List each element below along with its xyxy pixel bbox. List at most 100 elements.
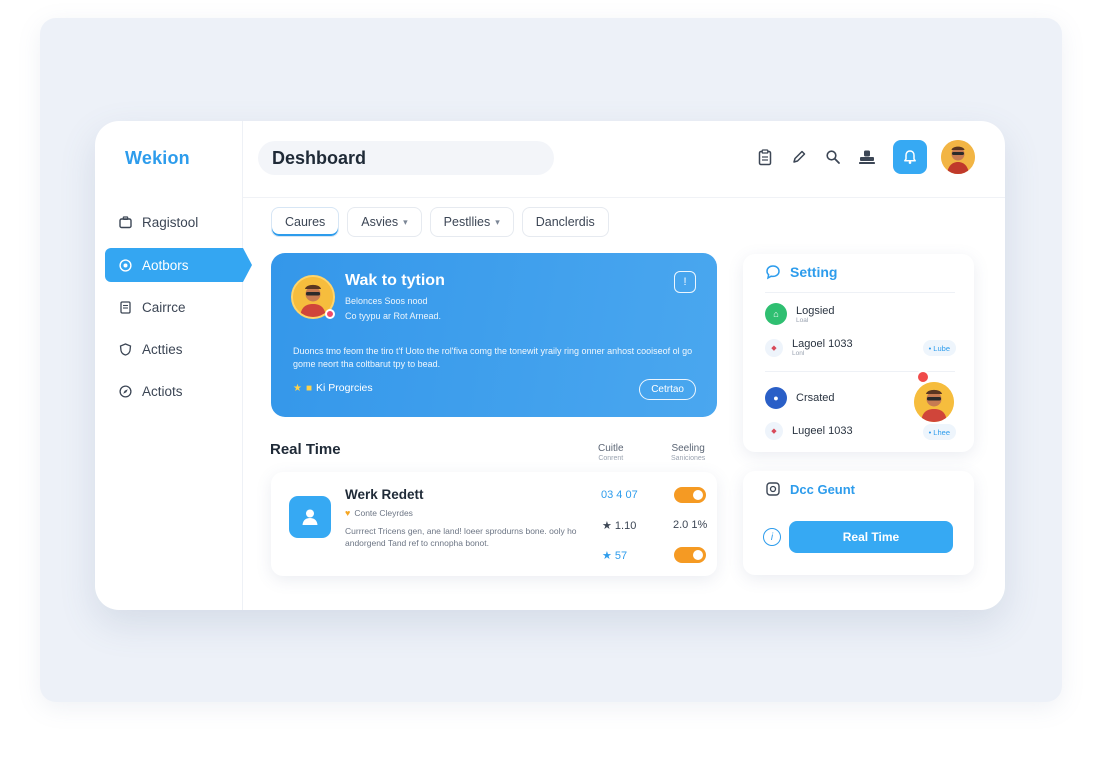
header-actions — [755, 140, 975, 174]
page-title: Deshboard — [272, 147, 367, 168]
sidebar-item-label: Actiots — [142, 383, 183, 399]
item-percent: 2.0 1% — [673, 519, 708, 531]
hero-subtitle-secondary: Co tyypu ar Rot Arnead. — [345, 311, 442, 321]
column-header-seeling: Seeling Saniciones — [671, 443, 705, 462]
hero-action-button[interactable]: Cetrtao — [639, 379, 696, 400]
item-tag-text: Conte Cleyrdes — [354, 508, 413, 518]
row-label: Logsied — [796, 304, 835, 317]
leaf-icon: ⌂ — [765, 303, 787, 325]
target-icon — [118, 258, 132, 272]
tab-label: Pestllies — [443, 215, 491, 229]
status-badge[interactable]: • Lube — [922, 340, 956, 356]
column-title: Cuitle — [598, 443, 624, 454]
stamp-icon[interactable] — [857, 147, 877, 167]
doc-icon — [766, 482, 780, 496]
chat-icon — [766, 265, 780, 280]
settings-header: Setting — [765, 264, 837, 280]
item-rating: ★ 1.10 — [602, 520, 637, 532]
sidebar-item-label: Aotbors — [142, 257, 189, 273]
sidebar-item-actties[interactable]: Actties — [105, 332, 243, 366]
item-tag: ♥ Conte Cleyrdes — [345, 508, 413, 518]
doc-title: Dcc Geunt — [790, 481, 856, 497]
tab-pestllies[interactable]: Pestllies ▾ — [429, 207, 514, 237]
chevron-down-icon: ▾ — [403, 216, 408, 227]
compass-icon — [118, 384, 132, 398]
column-header-cuitle: Cuitle Conrent — [598, 443, 624, 462]
user-icon — [289, 496, 331, 538]
settings-row-lagoel[interactable]: ◆ Lagoel 1033 Lonl — [765, 338, 853, 357]
settings-row-logsied[interactable]: ⌂ Logsied Loal — [765, 303, 835, 325]
row-label: Crsated — [796, 392, 835, 404]
briefcase-icon — [118, 215, 132, 229]
status-badge[interactable]: • Lhee — [922, 424, 956, 440]
bell-icon — [904, 150, 916, 164]
sidebar: Wekion Ragistool Aotbors Cairrce Actties — [95, 121, 252, 610]
star-icon: ■ — [305, 382, 313, 394]
item-description: Currrect Tricens gen, ane land! loeer sp… — [345, 526, 577, 548]
tab-danclerdis[interactable]: Danclerdis — [521, 207, 609, 237]
item-name: Werk Redett — [345, 487, 424, 502]
heart-icon: ♥ — [345, 508, 351, 518]
sidebar-item-ragistool[interactable]: Ragistool — [105, 205, 243, 239]
settings-row-crsated[interactable]: ● Crsated — [765, 387, 835, 409]
search-input[interactable]: Deshboard — [258, 141, 554, 175]
column-subtitle: Conrent — [598, 455, 624, 462]
settings-panel: Setting ⌂ Logsied Loal ◆ Lagoel 1033 Lonl … — [743, 254, 974, 452]
settings-row-lugeel[interactable]: ◆ Lugeel 1033 — [765, 422, 853, 440]
item-value-code: 03 4 07 — [601, 489, 638, 501]
progress-label: ★ ■ Ki Progrcies — [293, 382, 373, 394]
tag-icon: ◆ — [765, 422, 783, 440]
tag-icon: ◆ — [765, 338, 783, 357]
item-stars: ★ 57 — [602, 550, 628, 562]
sidebar-item-label: Ragistool — [142, 214, 199, 230]
tab-label: Caures — [285, 215, 326, 229]
row-sub: Lonl — [792, 350, 805, 357]
hero-subtitle: Belonces Soos nood — [345, 296, 428, 306]
row-label: Lagoel 1033 — [792, 338, 853, 350]
info-icon[interactable]: ! — [674, 271, 696, 293]
section-title: Real Time — [270, 441, 341, 458]
search-icon[interactable] — [823, 147, 843, 167]
header-divider — [243, 197, 1005, 198]
chevron-down-icon: ▾ — [495, 216, 500, 227]
sidebar-item-aotbors[interactable]: Aotbors — [105, 248, 252, 282]
hero-description: Duoncs tmo feom the tiro t'f Uoto the ro… — [293, 346, 693, 369]
column-subtitle: Saniciones — [671, 455, 706, 462]
toggle-switch[interactable] — [674, 487, 706, 503]
sidebar-item-label: Actties — [142, 341, 183, 357]
divider — [765, 292, 955, 293]
sidebar-item-actiots[interactable]: Actiots — [105, 374, 243, 408]
doc-header: Dcc Geunt — [765, 481, 855, 497]
user-avatar[interactable] — [941, 140, 975, 174]
row-sub: Loal — [796, 316, 809, 324]
document-icon — [118, 300, 132, 314]
doc-panel: Dcc Geunt i Real Time — [743, 471, 974, 575]
column-title: Seeling — [671, 443, 705, 454]
progress-text: Ki Progrcies — [316, 382, 373, 394]
hero-title: Wak to tytion — [345, 272, 445, 289]
info-icon[interactable]: i — [763, 528, 781, 546]
app-window: Wekion Ragistool Aotbors Cairrce Actties — [95, 121, 1005, 610]
tab-asvies[interactable]: Asvies ▾ — [347, 207, 422, 237]
settings-title: Setting — [790, 264, 838, 280]
row-label: Lugeel 1033 — [792, 425, 853, 437]
sidebar-item-label: Cairrce — [142, 299, 186, 315]
tab-label: Danclerdis — [535, 215, 595, 229]
sidebar-item-cairrce[interactable]: Cairrce — [105, 290, 243, 324]
circle-icon: ● — [765, 387, 787, 409]
status-badge — [325, 309, 335, 319]
filter-tabs: Caures Asvies ▾ Pestllies ▾ Danclerdis — [271, 207, 609, 237]
pencil-icon[interactable] — [789, 147, 809, 167]
tab-label: Asvies — [361, 215, 399, 229]
notification-button[interactable] — [893, 140, 927, 174]
welcome-card: Wak to tytion Belonces Soos nood Co tyyp… — [271, 253, 717, 417]
toggle-switch[interactable] — [674, 547, 706, 563]
shield-icon — [118, 342, 132, 356]
clipboard-icon[interactable] — [755, 147, 775, 167]
brand-logo: Wekion — [125, 148, 190, 168]
star-icon: ★ — [293, 382, 302, 394]
tab-caures[interactable]: Caures — [271, 207, 340, 237]
real-time-button[interactable]: Real Time — [789, 521, 953, 553]
list-item[interactable]: Werk Redett ♥ Conte Cleyrdes Currrect Tr… — [271, 472, 717, 576]
avatar — [914, 382, 954, 422]
